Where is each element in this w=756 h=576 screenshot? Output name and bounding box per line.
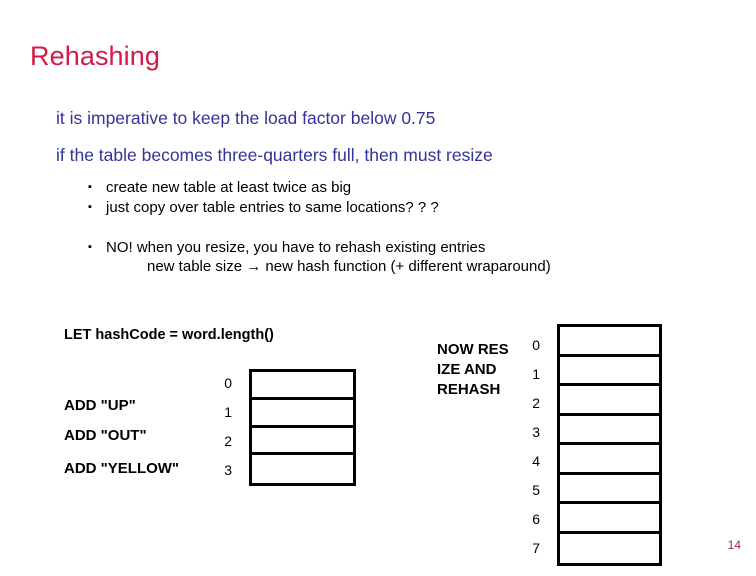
bucket-cell xyxy=(252,399,353,428)
bucket-cell xyxy=(252,455,353,483)
bullet-continuation-line: new table size → new hash function (+ di… xyxy=(147,258,551,275)
bullet-item-1-label: create new table at least twice as big xyxy=(106,179,352,196)
right-table-index-5: 5 xyxy=(532,482,540,498)
resize-note-label: NOW RESIZE AND REHASH xyxy=(437,341,509,398)
hash-table-before-resize xyxy=(249,369,356,486)
operation-label-1: ADD "UP" xyxy=(64,397,136,414)
bucket-cell xyxy=(560,533,659,563)
bullet-item-2-label: just copy over table entries to same loc… xyxy=(106,199,439,216)
left-table-index-3: 3 xyxy=(224,462,232,478)
right-table-index-6: 6 xyxy=(532,511,540,527)
slide-canvas: Rehashing it is imperative to keep the l… xyxy=(0,0,756,576)
left-table-index-0: 0 xyxy=(224,375,232,391)
square-bullet-icon: ▪ xyxy=(88,241,92,253)
bucket-cell xyxy=(560,445,659,475)
right-table-index-1: 1 xyxy=(532,366,540,382)
bucket-cell xyxy=(252,427,353,456)
square-bullet-icon: ▪ xyxy=(88,181,92,193)
operation-label-3: ADD "YELLOW" xyxy=(64,460,180,477)
left-table-index-2: 2 xyxy=(224,433,232,449)
left-table-index-1: 1 xyxy=(224,404,232,420)
page-number: 14 xyxy=(727,538,741,552)
right-table-index-0: 0 xyxy=(532,337,540,353)
body-line-2: if the table becomes three-quarters full… xyxy=(56,145,493,165)
body-line-1: it is imperative to keep the load factor… xyxy=(56,108,436,128)
hash-definition-label: LET hashCode = word.length() xyxy=(64,327,274,343)
hash-table-after-resize xyxy=(557,324,662,566)
operation-label-2: ADD "OUT" xyxy=(64,427,147,444)
bucket-cell xyxy=(560,474,659,504)
bullet-item-3-label: NO! when you resize, you have to rehash … xyxy=(106,239,486,256)
right-table-index-4: 4 xyxy=(532,453,540,469)
right-table-index-3: 3 xyxy=(532,424,540,440)
bucket-cell xyxy=(560,386,659,416)
bullet-item-1: ▪ create new table at least twice as big xyxy=(88,177,351,198)
bullet-item-3: ▪ NO! when you resize, you have to rehash… xyxy=(88,237,485,258)
bucket-cell xyxy=(560,356,659,386)
bucket-cell xyxy=(560,327,659,357)
bucket-cell xyxy=(560,504,659,534)
page-title: Rehashing xyxy=(30,41,160,71)
square-bullet-icon: ▪ xyxy=(88,201,92,213)
bullet-item-2: ▪ just copy over table entries to same lo… xyxy=(88,197,439,218)
bucket-cell xyxy=(252,372,353,400)
bucket-cell xyxy=(560,415,659,445)
right-table-index-7: 7 xyxy=(532,540,540,556)
right-table-index-2: 2 xyxy=(532,395,540,411)
